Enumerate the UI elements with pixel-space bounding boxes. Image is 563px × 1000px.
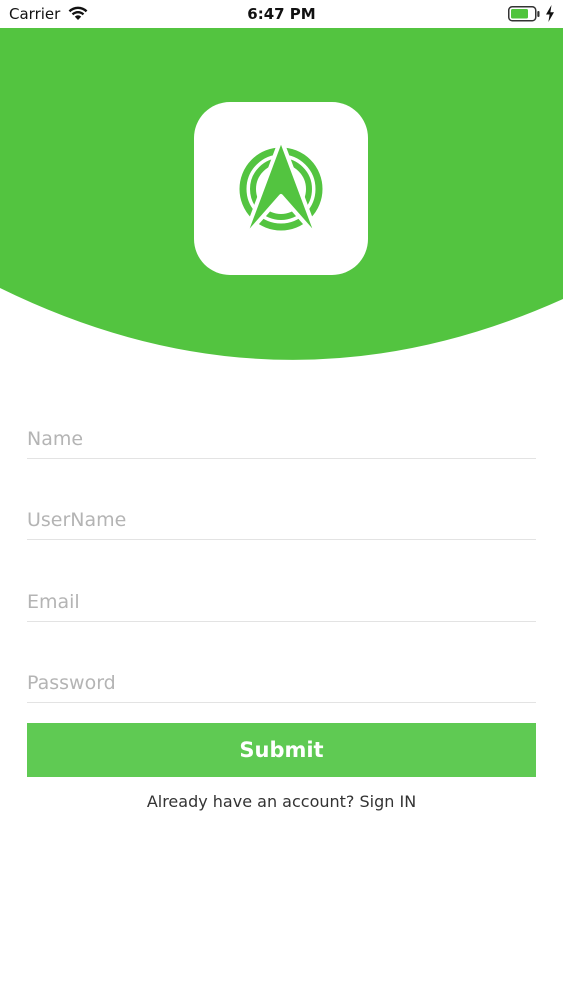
password-input[interactable]: [27, 672, 536, 694]
app-logo: [194, 102, 368, 275]
signin-prompt: Already have an account? Sign IN: [0, 792, 563, 811]
name-input[interactable]: [27, 428, 536, 450]
signin-prompt-text: Already have an account?: [146, 792, 355, 811]
battery-icon: [508, 6, 540, 22]
signin-link[interactable]: Sign IN: [360, 792, 417, 811]
status-time: 6:47 PM: [247, 5, 316, 23]
navigation-arrow-logo-icon: [239, 137, 323, 240]
username-field-container: [27, 479, 536, 540]
charging-bolt-icon: [546, 5, 554, 22]
email-input[interactable]: [27, 591, 536, 613]
submit-button[interactable]: Submit: [27, 723, 536, 777]
username-input[interactable]: [27, 509, 536, 531]
password-field-container: [27, 642, 536, 703]
email-field-container: [27, 561, 536, 622]
name-field-container: [27, 398, 536, 459]
status-bar: Carrier 6:47 PM: [0, 0, 563, 28]
